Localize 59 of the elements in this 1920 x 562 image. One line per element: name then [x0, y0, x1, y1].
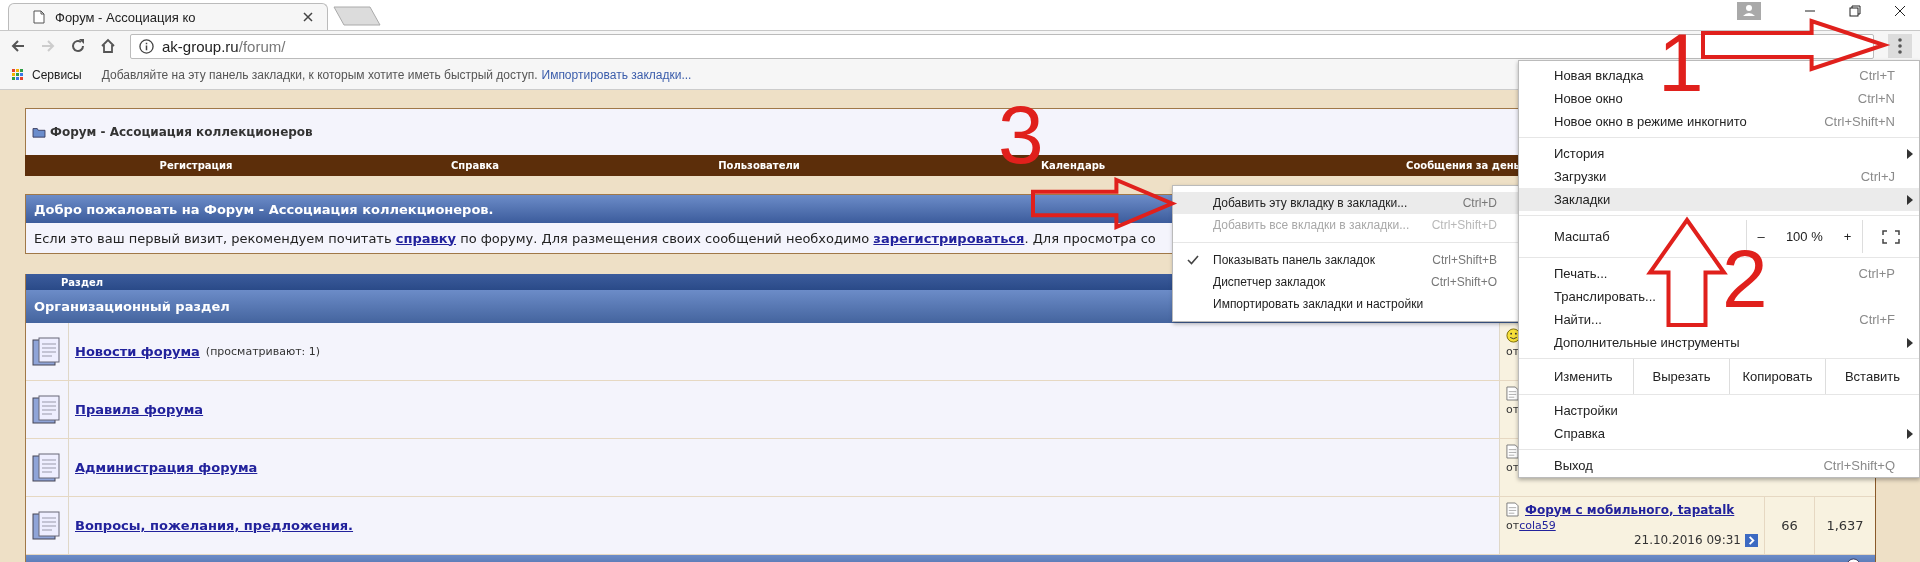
by-label: от	[1506, 403, 1520, 416]
by-label: от	[1506, 461, 1520, 474]
folder-icon	[32, 126, 46, 138]
text-link[interactable]: зарегистрироваться	[873, 230, 1025, 246]
menu-item[interactable]: История	[1519, 142, 1919, 165]
menu-item[interactable]: Импортировать закладки и настройки	[1173, 293, 1521, 315]
forum-title: Форум - Ассоциация коллекционеров	[50, 125, 313, 139]
forum-icon	[32, 510, 62, 541]
menu-item[interactable]: Дополнительные инструменты	[1519, 331, 1919, 354]
edit-label: Изменить	[1553, 368, 1614, 386]
apps-grid-icon	[12, 69, 24, 81]
by-label: от	[1506, 519, 1520, 532]
menu-item[interactable]: Новое окно в режиме инкогнито Ctrl+Shift+N	[1519, 110, 1919, 133]
forum-link[interactable]: Вопросы, пожелания, предложения.	[75, 518, 354, 533]
post-date: 21.10.2016 09:31	[1633, 533, 1741, 547]
post-count: 1,637	[1826, 518, 1864, 533]
forum-icon	[32, 452, 62, 483]
topic-count: 66	[1781, 518, 1798, 533]
zoom-in-button[interactable]: +	[1843, 229, 1852, 244]
author-link[interactable]: cola59	[1519, 519, 1556, 532]
apps-shortcut[interactable]: Сервисы	[12, 68, 82, 82]
menu-item[interactable]: Загрузки Ctrl+J	[1519, 165, 1919, 188]
viewers-count: (просматривают: 1)	[205, 345, 321, 358]
menu-item[interactable]: Настройки	[1519, 399, 1919, 422]
menu-item[interactable]: Добавить эту вкладку в закладки... Ctrl+D	[1173, 192, 1521, 214]
nav-link[interactable]: Пользователи	[583, 160, 935, 171]
fullscreen-icon[interactable]	[1882, 229, 1900, 244]
import-bookmarks-link[interactable]: Импортировать закладки...	[541, 68, 692, 82]
browser-tab[interactable]: Форум - Ассоциация ко	[8, 3, 328, 30]
forum-link[interactable]: Администрация форума	[75, 460, 258, 475]
forum-link[interactable]: Правила форума	[75, 402, 204, 417]
close-icon[interactable]	[1894, 5, 1906, 17]
nav-link[interactable]: Справка	[367, 160, 583, 171]
document-icon	[1506, 502, 1519, 517]
menu-icon[interactable]	[1888, 34, 1912, 58]
close-icon[interactable]	[303, 12, 313, 22]
menu-item[interactable]: Показывать панель закладок Ctrl+Shift+B	[1173, 249, 1521, 271]
back-icon[interactable]	[10, 38, 26, 54]
bookmarks-hint: Добавляйте на эту панель закладки, к которым хотите иметь быстрый доступ.	[101, 68, 538, 82]
forum-icon	[32, 336, 62, 367]
zoom-value: 100 %	[1785, 229, 1823, 244]
home-icon[interactable]	[100, 38, 116, 54]
by-label: от	[1506, 345, 1520, 358]
forum-link[interactable]: Новости форума	[75, 344, 200, 359]
column-header: Раздел	[61, 276, 104, 288]
menu-item[interactable]: Выход Ctrl+Shift+Q	[1519, 454, 1919, 477]
zoom-label: Масштаб	[1553, 228, 1611, 246]
menu-item[interactable]: Справка	[1519, 422, 1919, 445]
info-icon	[139, 38, 154, 54]
menu-item[interactable]: Закладки	[1519, 188, 1919, 211]
page-icon	[33, 10, 45, 24]
menu-item[interactable]: Диспетчер закладок Ctrl+Shift+O	[1173, 271, 1521, 293]
text-link[interactable]: справку	[395, 230, 457, 246]
nav-link[interactable]: Регистрация	[25, 160, 367, 171]
forum-icon	[32, 394, 62, 425]
reload-icon[interactable]	[70, 38, 86, 54]
thread-link[interactable]: Форум с мобильного, tapatalk	[1525, 502, 1735, 517]
restore-icon[interactable]	[1849, 5, 1861, 17]
go-to-post-icon[interactable]	[1745, 533, 1758, 547]
